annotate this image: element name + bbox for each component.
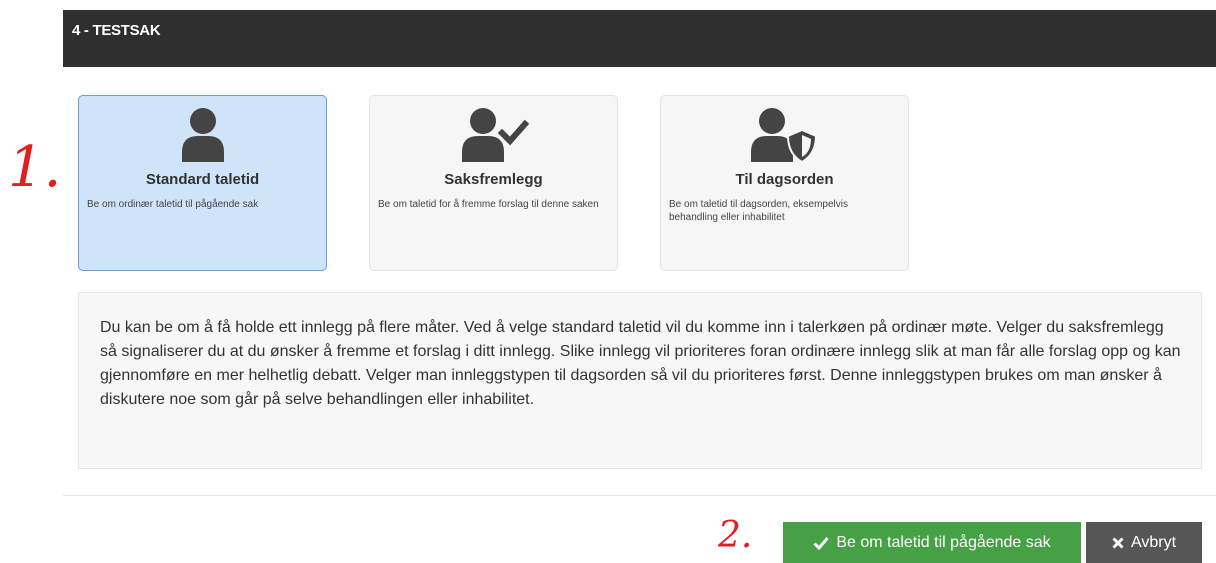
close-icon xyxy=(1112,536,1124,549)
option-til-dagsorden[interactable]: Til dagsorden Be om taletid til dagsorde… xyxy=(660,95,909,271)
option-standard-taletid[interactable]: Standard taletid Be om ordinær taletid t… xyxy=(78,95,327,271)
option-saksfremlegg[interactable]: Saksfremlegg Be om taletid for å fremme … xyxy=(369,95,618,271)
person-shield-icon xyxy=(661,106,908,162)
option-title: Standard taletid xyxy=(145,171,260,188)
info-panel: Du kan be om å få holde ett innlegg på f… xyxy=(78,292,1202,469)
annotation-2: 2. xyxy=(718,515,753,556)
option-description: Be om taletid til dagsorden, eksempelvis… xyxy=(669,199,848,223)
check-icon xyxy=(813,536,829,550)
person-check-icon xyxy=(370,106,617,162)
request-speaking-time-label: Be om taletid til pågående sak xyxy=(836,533,1051,551)
annotation-1: 1. xyxy=(8,135,62,200)
option-title: Til dagsorden xyxy=(735,171,834,188)
option-title: Saksfremlegg xyxy=(444,171,543,188)
request-speaking-time-button[interactable]: Be om taletid til pågående sak xyxy=(783,522,1081,563)
option-description: Be om ordinær taletid til pågående sak xyxy=(87,199,259,210)
cancel-button[interactable]: Avbryt xyxy=(1086,522,1202,563)
option-description: Be om taletid for å fremme forslag til d… xyxy=(378,199,599,210)
page-title: 4 - TESTSAK xyxy=(72,22,161,39)
info-text: Du kan be om å få holde ett innlegg på f… xyxy=(100,319,1181,408)
page-header: 4 - TESTSAK xyxy=(63,10,1216,67)
person-icon xyxy=(79,106,326,162)
cancel-label: Avbryt xyxy=(1130,533,1177,551)
divider xyxy=(63,495,1216,496)
